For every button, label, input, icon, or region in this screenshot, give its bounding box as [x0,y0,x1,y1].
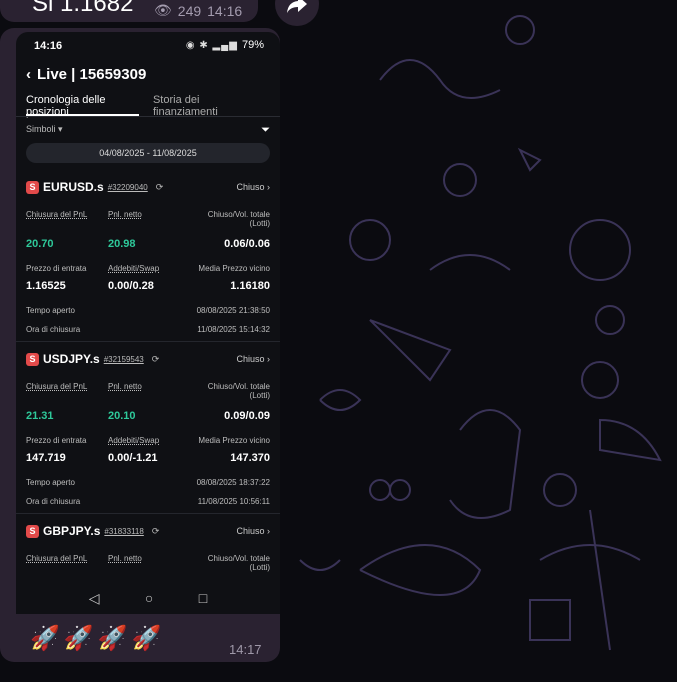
views-eye-icon: 👁 [154,2,172,18]
views-count: 249 [177,2,202,19]
symbols-filter[interactable]: Simboli ▾ [26,124,63,135]
trade-card[interactable]: S USDJPY.s #32159543 ⟳ Chiuso › Chiusura… [16,344,280,514]
status-icons: ◉ ✱ ▂▄▆ 79% [186,39,264,51]
net-pnl-label: Pnl. netto [108,210,142,219]
net-pnl-value: 20.10 [108,410,136,422]
entry-price-value: 147.719 [26,452,66,464]
battery-level: 79% [241,39,264,51]
open-time-value: 08/08/2025 18:37:22 [196,478,270,487]
copy-icon[interactable]: ⟳ [156,182,164,193]
message-time: 14:16 [207,2,243,19]
volume-value: 0.09/0.09 [224,410,270,422]
screenshot-image[interactable]: 14:16 ◉ ✱ ▂▄▆ 79% ‹ Live | 15659309 Cron… [16,32,280,614]
closing-pnl-value: 21.31 [26,410,54,422]
open-time-label: Tempo aperto [26,306,75,315]
status-time: 14:16 [34,40,63,52]
sell-badge: S [26,352,39,366]
android-nav-bar: ◁ ○ □ [16,582,280,614]
trade-symbol: EURUSD.s [43,180,104,194]
date-range-picker[interactable]: 04/08/2025 - 11/08/2025 [26,143,270,163]
card-divider [16,341,280,342]
back-chevron-icon[interactable]: ‹ [26,66,31,83]
close-time-label: Ora di chiusura [26,497,81,506]
tab-funding-history[interactable]: Storia dei finanziamenti [153,94,256,118]
close-time-value: 11/08/2025 15:14:32 [197,325,270,334]
trade-symbol: USDJPY.s [43,352,100,366]
fees-value: 0.00/-1.21 [108,452,158,464]
entry-price-label: Prezzo di entrata [26,436,87,445]
copy-icon[interactable]: ⟳ [152,526,160,537]
rocket-emojis: 🚀🚀🚀🚀 [30,625,166,652]
recents-nav-icon[interactable]: □ [199,590,207,606]
volume-label: Chiuso/Vol. totale (Lotti) [207,554,270,572]
card-divider [16,513,280,514]
entry-price-value: 1.16525 [26,280,66,292]
trade-ticket[interactable]: #32159543 [104,355,144,364]
trade-ticket[interactable]: #32209040 [108,183,148,192]
net-pnl-label: Pnl. netto [108,554,142,563]
tabs-divider [16,116,280,117]
signal-wifi-icons: ◉ ✱ ▂▄▆ [185,39,238,51]
closing-pnl-value: 20.70 [26,238,54,250]
close-time-label: Ora di chiusura [26,325,81,334]
filter-icon[interactable]: ⏷ [261,124,270,137]
fees-label: Addebiti/Swap [108,436,160,445]
tab-bar: Cronologia delle posizioni Storia dei fi… [26,94,270,118]
sell-badge: S [26,524,39,538]
volume-label: Chiuso/Vol. totale (Lotti) [207,210,270,228]
close-price-label: Media Prezzo vicino [198,264,270,273]
home-nav-icon[interactable]: ○ [145,590,153,606]
net-pnl-value: 20.98 [108,238,136,250]
closing-pnl-label: Chiusura del PnL [26,554,88,563]
trade-status[interactable]: Chiuso › [236,354,270,364]
trade-symbol: GBPJPY.s [43,524,101,538]
closing-pnl-label: Chiusura del PnL [26,210,88,219]
close-price-label: Media Prezzo vicino [198,436,270,445]
copy-icon[interactable]: ⟳ [152,354,160,365]
close-price-value: 147.370 [230,452,270,464]
fees-value: 0.00/0.28 [108,280,154,292]
trade-ticket[interactable]: #31833118 [104,527,143,536]
forward-arrow-icon [287,0,307,13]
volume-label: Chiuso/Vol. totale (Lotti) [207,382,270,400]
page-title: Live | 15659309 [37,66,147,83]
net-pnl-label: Pnl. netto [108,382,142,391]
trade-header: S EURUSD.s #32209040 ⟳ [26,180,163,194]
entry-price-label: Prezzo di entrata [26,264,87,273]
dropdown-caret-icon: ▾ [58,124,63,134]
trade-card[interactable]: S GBPJPY.s #31833118 ⟳ Chiuso › Chiusura… [16,516,280,586]
trade-header: S USDJPY.s #32159543 ⟳ [26,352,159,366]
trade-status[interactable]: Chiuso › [236,526,270,536]
trade-status[interactable]: Chiuso › [236,182,270,192]
message-time: 14:17 [229,642,262,657]
open-time-label: Tempo aperto [26,478,75,487]
closing-pnl-label: Chiusura del PnL [26,382,88,391]
previous-message-meta: 👁 249 14:16 [154,2,242,19]
status-bar: 14:16 ◉ ✱ ▂▄▆ 79% [16,32,280,58]
sell-badge: S [26,180,39,194]
close-price-value: 1.16180 [230,280,270,292]
trade-card[interactable]: S EURUSD.s #32209040 ⟳ Chiuso › Chiusura… [16,172,280,342]
page-header: ‹ Live | 15659309 [26,66,146,83]
symbols-label: Simboli [26,124,56,134]
previous-message-text: Sl 1.1682 [32,0,134,17]
close-time-value: 11/08/2025 10:56:11 [197,497,270,506]
volume-value: 0.06/0.06 [224,238,270,250]
back-nav-icon[interactable]: ◁ [89,590,100,607]
fees-label: Addebiti/Swap [108,264,160,273]
trade-header: S GBPJPY.s #31833118 ⟳ [26,524,159,538]
tab-position-history[interactable]: Cronologia delle posizioni [26,94,139,118]
open-time-value: 08/08/2025 21:38:50 [196,306,270,315]
